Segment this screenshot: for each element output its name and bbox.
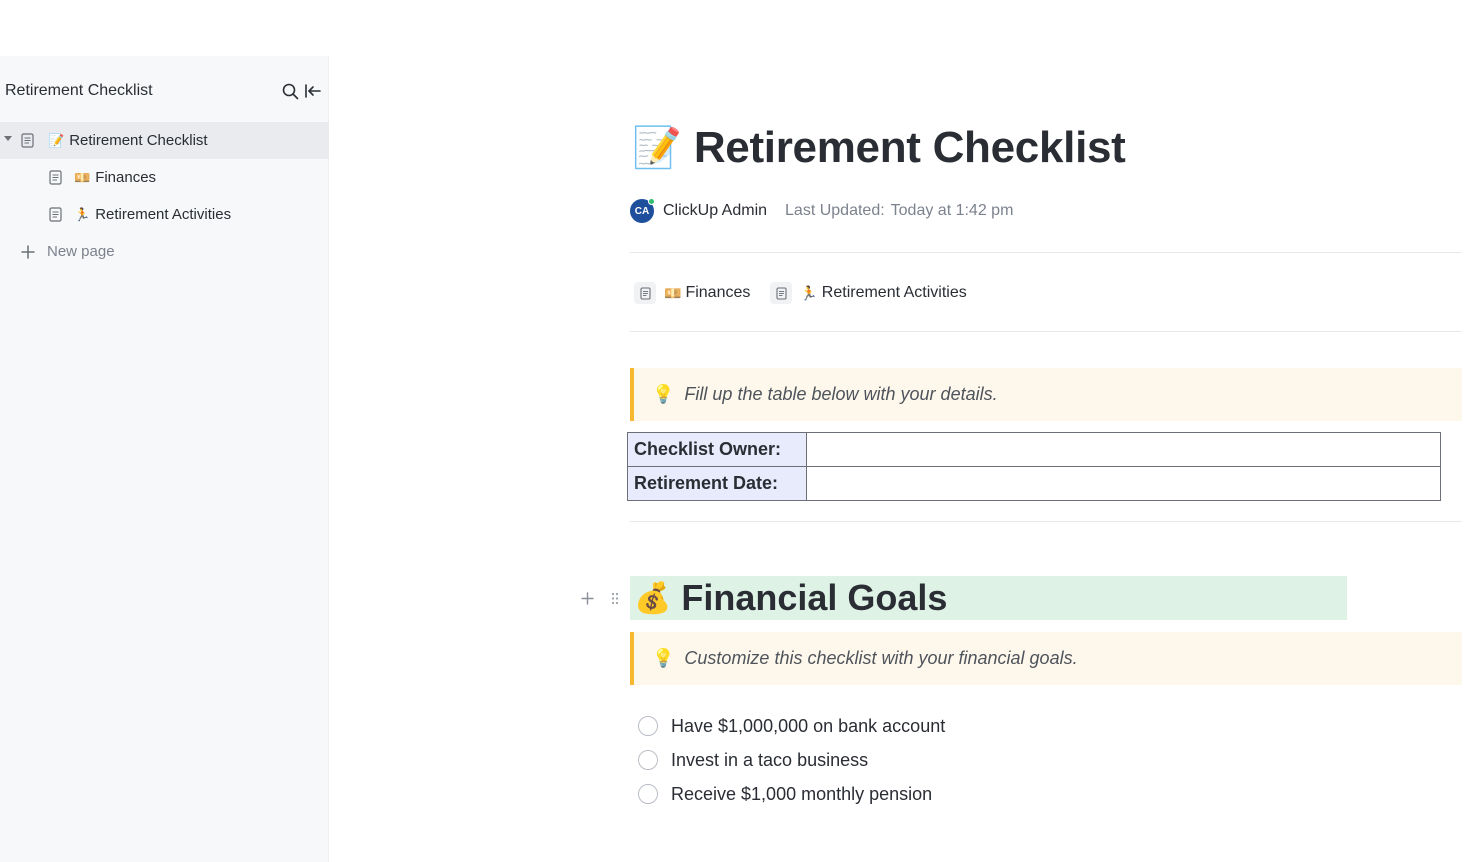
drag-handle-icon[interactable] (604, 587, 626, 609)
sidebar-page-tree: 📝 Retirement Checklist 💴 Finances 🏃 Reti… (0, 122, 329, 270)
add-block-icon[interactable] (576, 587, 598, 609)
checkbox[interactable] (638, 784, 658, 804)
checklist-owner-cell[interactable] (806, 432, 1441, 467)
checklist-item-label[interactable]: Have $1,000,000 on bank account (671, 716, 945, 737)
sidebar-item-label: Retirement Checklist (69, 132, 208, 149)
sidebar-item-finances[interactable]: 💴 Finances (0, 159, 329, 196)
subpage-label: Finances (685, 284, 751, 301)
callout-customize-goals[interactable]: 💡 Customize this checklist with your fin… (630, 632, 1462, 685)
subpage-link-finances[interactable]: 💴 Finances (634, 282, 750, 304)
new-page-label: New page (47, 243, 115, 260)
avatar-initials: CA (634, 205, 650, 217)
section-heading-text: Financial Goals (681, 577, 948, 618)
subpage-links: 💴 Finances 🏃 Retirement Activities (634, 280, 987, 306)
subpage-link-retirement-activities[interactable]: 🏃 Retirement Activities (770, 282, 967, 304)
sidebar-item-retirement-checklist[interactable]: 📝 Retirement Checklist (0, 122, 329, 159)
table-row: Retirement Date: (627, 466, 1441, 501)
sidebar-item-label: Retirement Activities (95, 206, 232, 223)
document-icon (770, 282, 793, 304)
sidebar: Retirement Checklist 📝 Retirement Checkl… (0, 56, 329, 862)
author-name[interactable]: ClickUp Admin (663, 202, 767, 220)
financial-goals-checklist: Have $1,000,000 on bank account Invest i… (638, 709, 945, 811)
lightbulb-icon: 💡 (652, 384, 675, 404)
retirement-date-label: Retirement Date: (627, 466, 807, 501)
sidebar-item-retirement-activities[interactable]: 🏃 Retirement Activities (0, 196, 329, 233)
callout-text: Fill up the table below with your detail… (684, 384, 998, 404)
retirement-date-cell[interactable] (806, 466, 1441, 501)
table-row: Checklist Owner: (627, 432, 1441, 467)
checkbox[interactable] (638, 716, 658, 736)
money-bag-emoji-icon: 💰 (634, 581, 672, 615)
avatar[interactable]: CA (630, 198, 655, 223)
block-handle-group (576, 576, 626, 620)
checklist-item: Have $1,000,000 on bank account (638, 709, 945, 743)
page-title-row: 📝 Retirement Checklist (632, 120, 1126, 176)
document-icon (49, 170, 62, 185)
divider (630, 252, 1462, 253)
plus-icon (21, 244, 35, 259)
sidebar-item-label: Finances (95, 169, 157, 186)
memo-emoji-icon[interactable]: 📝 (632, 128, 682, 168)
details-table: Checklist Owner: Retirement Date: (627, 432, 1441, 501)
runner-emoji-icon: 🏃 (74, 206, 91, 222)
sidebar-title: Retirement Checklist (5, 82, 153, 99)
banknote-emoji-icon: 💴 (664, 284, 682, 301)
document-main: 📝 Retirement Checklist CA ClickUp Admin … (330, 0, 1464, 862)
checklist-item-label[interactable]: Invest in a taco business (671, 750, 868, 771)
banknote-emoji-icon: 💴 (74, 169, 91, 185)
document-icon (49, 207, 62, 222)
page-meta: CA ClickUp Admin Last Updated: Today at … (630, 198, 1013, 224)
checklist-item: Receive $1,000 monthly pension (638, 777, 945, 811)
checklist-owner-label: Checklist Owner: (627, 432, 807, 467)
divider (630, 331, 1462, 332)
new-page-button[interactable]: New page (0, 233, 329, 270)
document-icon (634, 282, 656, 304)
runner-emoji-icon: 🏃 (800, 284, 818, 301)
memo-emoji-icon: 📝 (48, 132, 65, 148)
document-icon (21, 133, 34, 148)
sidebar-header: Retirement Checklist (5, 78, 323, 104)
checklist-item-label[interactable]: Receive $1,000 monthly pension (671, 784, 932, 805)
subpage-label: Retirement Activities (821, 284, 967, 301)
callout-text: Customize this checklist with your finan… (684, 648, 1078, 668)
online-status-dot (648, 198, 655, 205)
section-heading-financial-goals[interactable]: 💰 Financial Goals (630, 576, 1347, 620)
callout-fill-table[interactable]: 💡 Fill up the table below with your deta… (630, 368, 1462, 421)
page-title[interactable]: Retirement Checklist (694, 123, 1126, 173)
search-icon[interactable] (279, 80, 301, 102)
last-updated-value: Today at 1:42 pm (890, 202, 1014, 219)
last-updated-label: Last Updated: (785, 202, 885, 219)
divider (630, 521, 1462, 522)
lightbulb-icon: 💡 (652, 648, 675, 668)
checkbox[interactable] (638, 750, 658, 770)
collapse-sidebar-icon[interactable] (301, 80, 323, 102)
checklist-item: Invest in a taco business (638, 743, 945, 777)
caret-down-icon[interactable] (4, 136, 12, 141)
